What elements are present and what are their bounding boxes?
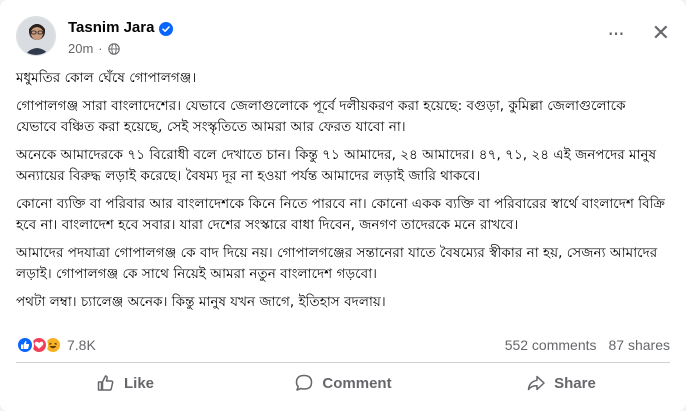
share-label: Share: [554, 374, 596, 392]
comments-count[interactable]: 552 comments: [505, 337, 597, 353]
post-paragraph: গোপালগঞ্জ সারা বাংলাদেশের। যেভাবে জেলাগু…: [16, 98, 626, 135]
globe-icon[interactable]: [107, 42, 120, 55]
post-paragraph: আমাদের পদযাত্রা গোপালগঞ্জ কে বাদ দিয়ে ন…: [16, 245, 658, 282]
post-paragraph: অনেকে আমাদেরকে ৭১ বিরোধী বলে দেখাতে চান।…: [16, 147, 657, 184]
separator-dot: ·: [98, 41, 103, 56]
post-card: Tasnim Jara 20m · ··· ✕ মধুমতির কোল ঘেঁষ…: [0, 0, 686, 411]
avatar[interactable]: [16, 16, 56, 56]
engagement-stats: 7.8K 552 comments 87 shares: [16, 334, 670, 356]
like-icon: [16, 336, 34, 354]
post-paragraph: মধুমতির কোল ঘেঁষে গোপালগঞ্জ।: [16, 70, 197, 86]
post-header: Tasnim Jara 20m · ··· ✕: [16, 16, 670, 64]
reactions-summary[interactable]: 7.8K: [16, 336, 96, 354]
divider: [16, 362, 670, 363]
author-name[interactable]: Tasnim Jara: [68, 19, 154, 36]
post-paragraph: পথটা লম্বা। চ্যালেঞ্জ অনেক। কিন্তু মানুষ…: [16, 294, 386, 310]
post-actions: Like Comment Share: [16, 365, 670, 401]
post-paragraph: কোনো ব্যক্তি বা পরিবার আর বাংলাদেশকে কিন…: [16, 196, 665, 233]
shares-count[interactable]: 87 shares: [609, 337, 670, 353]
share-button[interactable]: Share: [452, 365, 670, 401]
comment-button[interactable]: Comment: [234, 365, 452, 401]
like-label: Like: [123, 374, 154, 392]
comment-label: Comment: [322, 374, 392, 392]
share-icon: [527, 375, 545, 391]
post-body: মধুমতির কোল ঘেঁষে গোপালগঞ্জ। গোপালগঞ্জ স…: [16, 68, 670, 320]
reaction-count[interactable]: 7.8K: [67, 337, 96, 353]
like-button[interactable]: Like: [16, 365, 234, 401]
close-icon[interactable]: ✕: [652, 23, 670, 45]
more-options-icon[interactable]: ···: [607, 24, 624, 44]
verified-badge-icon: [159, 21, 174, 36]
comment-icon: [296, 374, 313, 391]
thumbs-up-icon: [97, 375, 114, 391]
post-time[interactable]: 20m: [68, 41, 93, 56]
